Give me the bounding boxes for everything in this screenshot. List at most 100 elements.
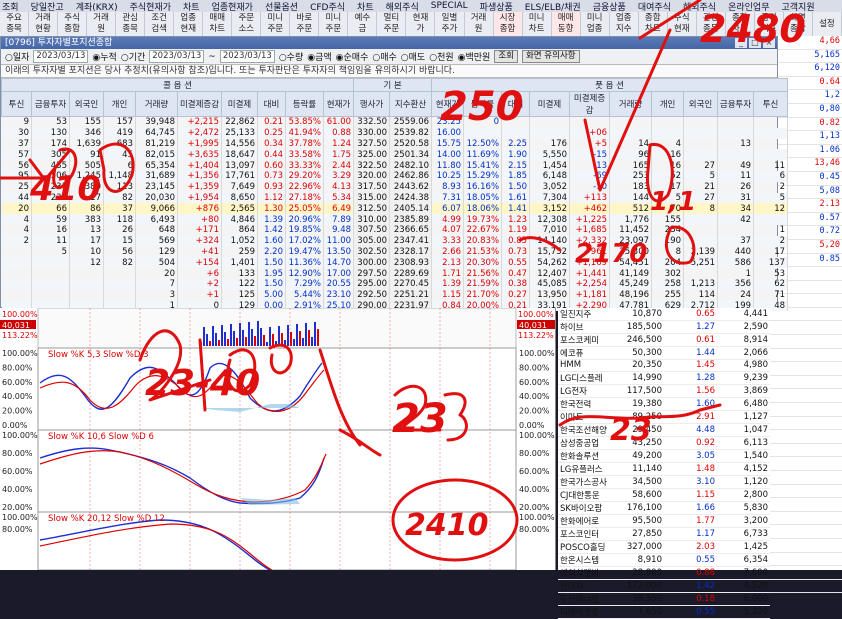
menu-item[interactable]: SPECIAL: [431, 1, 468, 11]
menu-item[interactable]: ELS/ELB/채권: [525, 0, 581, 13]
menu-item[interactable]: 주식현재가: [130, 0, 171, 13]
column-header[interactable]: 대비: [501, 91, 531, 117]
column-header[interactable]: 현재가: [322, 91, 355, 117]
radio-period[interactable]: ○기간: [121, 50, 145, 63]
menu-item[interactable]: CFD주식: [310, 0, 345, 13]
stock-row[interactable]: SK바이오팜 176,100 1.66 5,830: [558, 501, 770, 515]
toolbar-button[interactable]: 미니 주문: [261, 12, 291, 36]
grid-row[interactable]: 56 435 505 6 65,354 +1,404 13,097 0.60 33.33% 2.4…: [1, 160, 789, 171]
menu-item[interactable]: 금융상품: [593, 0, 626, 13]
toolbar-button[interactable]: 거래 원: [87, 12, 117, 36]
stock-row[interactable]: 한화에어로 95,500 1.77 3,200: [558, 514, 770, 528]
column-header[interactable]: 거래량: [135, 91, 178, 117]
grid-row[interactable]: 4 16 13 26 648 +171 864 1.42 19.85% 9.48 307.50 236…: [1, 224, 789, 236]
minimize-button[interactable]: _: [735, 38, 747, 48]
toolbar-button[interactable]: 화면 종합: [784, 12, 813, 36]
toolbar-button[interactable]: 바로 주문: [290, 12, 320, 36]
toolbar-button[interactable]: 주식 종합: [58, 12, 88, 36]
menu-item[interactable]: 조회: [2, 0, 19, 13]
toolbar-button[interactable]: 일별 주가: [435, 12, 465, 36]
column-header[interactable]: 금융투자: [31, 91, 70, 117]
stock-row[interactable]: 한온시스템 8,910 0.55 6,354: [558, 553, 770, 567]
column-header[interactable]: 등락률: [463, 91, 503, 117]
radio-unit-million[interactable]: ◉백만원: [458, 50, 491, 63]
column-header[interactable]: 거래량: [609, 91, 653, 117]
grid-row[interactable]: 95 506 1,245 1,148 31,689 +1,356 17,761 0.73 29.…: [1, 170, 789, 182]
period-end-input[interactable]: 2023/03/13: [219, 50, 275, 63]
grid-row[interactable]: 25 231 380 113 23,145 +1,359 7,649 0.93 22.96% 4.…: [1, 181, 789, 193]
menu-item[interactable]: 당일잔고: [31, 0, 64, 13]
stock-row[interactable]: LG전자 117,500 1.56 3,869: [558, 384, 770, 398]
grid-row[interactable]: 3 +1 125 5.00 5.44% 23.10 292.50 2251.21 1.15 21.…: [1, 289, 789, 301]
radio-cumulative[interactable]: ◉누적: [92, 50, 116, 63]
column-header[interactable]: 미결제: [529, 91, 571, 117]
column-header[interactable]: 개인: [103, 91, 136, 117]
menu-item[interactable]: 대여주식: [638, 0, 671, 13]
stock-row[interactable]: LG유플러스 11,140 1.48 4,152: [558, 462, 770, 476]
column-header[interactable]: 외국인: [683, 91, 719, 117]
toolbar-button[interactable]: 주식 현재: [668, 12, 697, 36]
grid-row[interactable]: 44 230 17 82 20,030 +1,954 8,650 1.12 27.18% 5.34…: [1, 192, 789, 204]
toolbar-button[interactable]: 종합 차트: [726, 12, 755, 36]
close-button[interactable]: ×: [763, 38, 775, 48]
stock-row[interactable]: 에이치엘비 28,800 0.88 7,600: [558, 566, 770, 580]
toolbar-button[interactable]: 업종 지수: [610, 12, 639, 36]
toolbar-button[interactable]: 미니 주문: [319, 12, 349, 36]
stock-row[interactable]: 한화솔루션 49,200 3.05 1,540: [558, 449, 770, 463]
column-header[interactable]: 외국인: [69, 91, 104, 117]
grid-row[interactable]: 20 66 86 37 9,066 +876 2,565 1.30 25.05% 6.49 312.…: [1, 203, 789, 215]
column-header[interactable]: 현재가: [431, 91, 465, 117]
stock-row[interactable]: 미래에셋증 7,650 0.55 5,320: [558, 605, 770, 619]
menu-item[interactable]: 고객지원: [782, 0, 815, 13]
stock-row[interactable]: POSCO홀딩 327,000 2.03 1,425: [558, 540, 770, 554]
toolbar-button[interactable]: 멀티 주문: [377, 12, 407, 36]
column-header[interactable]: 행사가: [353, 91, 391, 117]
menu-item[interactable]: 업종현재가: [212, 0, 253, 13]
grid-row[interactable]: 2 11 17 15 569 +324 1,052 1.60 17.02% 11.00 305.00…: [1, 235, 789, 247]
date-input[interactable]: 2023/03/13: [33, 50, 89, 63]
toolbar-button[interactable]: 시장 종합: [493, 12, 523, 36]
column-header[interactable]: 대비: [257, 91, 286, 117]
toolbar-button[interactable]: 미니 업종: [581, 12, 610, 36]
toolbar-button[interactable]: 거래 현황: [29, 12, 59, 36]
stock-row[interactable]: 한국조선해양 29,450 4.48 1,047: [558, 423, 770, 437]
column-header[interactable]: 금융투자: [717, 91, 755, 117]
toolbar-button[interactable]: 미니 차트: [523, 12, 552, 36]
radio-amount[interactable]: ◉금액: [307, 50, 331, 63]
radio-date[interactable]: ○일자: [5, 50, 29, 63]
stock-row[interactable]: 삼성중공업 43,250 0.92 6,113: [558, 436, 770, 450]
toolbar-button[interactable]: 매매 차트: [203, 12, 233, 36]
menu-item[interactable]: 계좌(KRX): [76, 0, 118, 13]
radio-buy[interactable]: ○매수: [372, 50, 396, 63]
stock-row[interactable]: 두산에너빌 39,550 0.18 6,000: [558, 592, 770, 606]
menu-item[interactable]: 해외주식: [386, 0, 419, 13]
toolbar-button[interactable]: 거래 원: [465, 12, 494, 36]
menu-item[interactable]: 차트: [183, 0, 200, 13]
column-header[interactable]: 미결제: [221, 91, 258, 117]
query-button[interactable]: 조회: [494, 50, 518, 63]
stock-row[interactable]: 하이브 185,500 1.27 2,590: [558, 320, 770, 334]
column-header[interactable]: 지수환산: [389, 91, 433, 117]
notice-button[interactable]: 화면 유의사항: [521, 50, 580, 63]
toolbar-button[interactable]: 관심 종목: [116, 12, 146, 36]
stock-row[interactable]: 한국전력 19,380 1.60 6,480: [558, 397, 770, 411]
radio-unit-thousand[interactable]: ○천원: [429, 50, 453, 63]
grid-row[interactable]: 4 59 383 118 6,493 +80 4,846 1.39 20.96% 7.89 310.…: [1, 214, 789, 225]
maximize-button[interactable]: □: [749, 38, 761, 48]
toolbar-button[interactable]: 관심 종목: [697, 12, 726, 36]
column-header[interactable]: 개인: [651, 91, 685, 117]
stock-row[interactable]: 현대차 172,000 1.42 4,520: [558, 579, 770, 593]
grid-row[interactable]: 5 10 56 129 +41 259 2.20 19.47% 13.50 302.50 2328.…: [1, 246, 789, 258]
stock-row[interactable]: CJ대한통운 58,600 1.15 2,800: [558, 488, 770, 502]
column-header[interactable]: 등락률: [285, 91, 324, 117]
column-header[interactable]: 투신: [1, 91, 32, 117]
radio-net-buy[interactable]: ◉순매수: [336, 50, 369, 63]
toolbar-button[interactable]: 현재 가: [406, 12, 436, 36]
grid-row[interactable]: 30 130 346 419 64,745 +2,472 25,133 0.25 41.94% 0…: [1, 127, 789, 139]
menu-item[interactable]: 해외주식: [683, 0, 716, 13]
toolbar-button[interactable]: 예수 금: [348, 12, 378, 36]
toolbar-button[interactable]: 업종 현재: [174, 12, 204, 36]
menu-item[interactable]: 온라인업무: [728, 0, 769, 13]
column-header[interactable]: 미결제증감: [569, 91, 611, 117]
toolbar-button[interactable]: 금리 지표: [755, 12, 784, 36]
